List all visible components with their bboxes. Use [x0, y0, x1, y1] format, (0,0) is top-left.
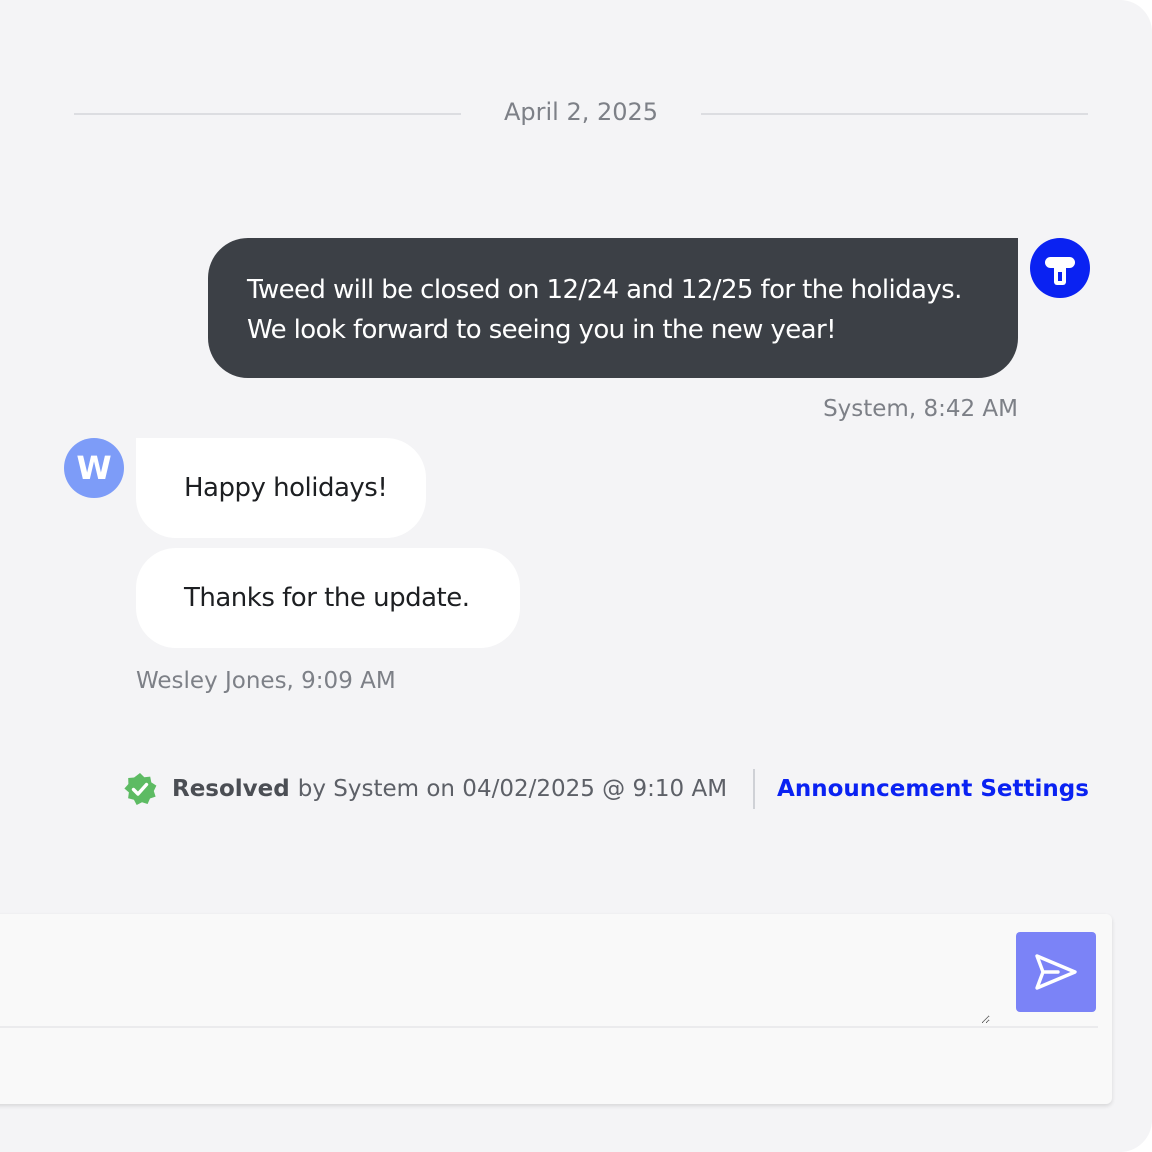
user-message-bubble-1: Happy holidays! [136, 438, 426, 538]
message-composer [0, 914, 1112, 1104]
conversation-panel: April 2, 2025 Tweed will be closed on 12… [0, 0, 1152, 1152]
divider-line-right [701, 113, 1088, 115]
composer-divider [0, 1026, 1098, 1028]
send-button[interactable] [1016, 932, 1096, 1012]
system-message-line-1: Tweed will be closed on 12/24 and 12/25 … [247, 275, 962, 305]
date-divider: April 2, 2025 [74, 92, 1088, 136]
divider-line-left [74, 113, 461, 115]
system-message-line-2: We look forward to seeing you in the new… [247, 315, 837, 345]
message-input[interactable] [0, 914, 990, 1024]
verified-check-icon [124, 773, 157, 805]
resolved-label: Resolved [172, 776, 290, 802]
announcement-settings-link[interactable]: Announcement Settings [777, 776, 1089, 802]
tweed-logo-icon [1030, 238, 1090, 298]
resolved-status: Resolved by System on 04/02/2025 @ 9:10 … [122, 768, 1089, 810]
system-message-bubble: Tweed will be closed on 12/24 and 12/25 … [208, 238, 1018, 378]
resolved-detail: by System on 04/02/2025 @ 9:10 AM [297, 776, 728, 802]
user-message-meta: Wesley Jones, 9:09 AM [136, 668, 396, 694]
date-label: April 2, 2025 [503, 98, 659, 126]
vertical-separator [753, 769, 756, 809]
user-avatar: W [64, 438, 124, 498]
system-message-meta: System, 8:42 AM [823, 396, 1018, 422]
send-icon [1035, 954, 1077, 990]
user-message-bubble-2: Thanks for the update. [136, 548, 520, 648]
